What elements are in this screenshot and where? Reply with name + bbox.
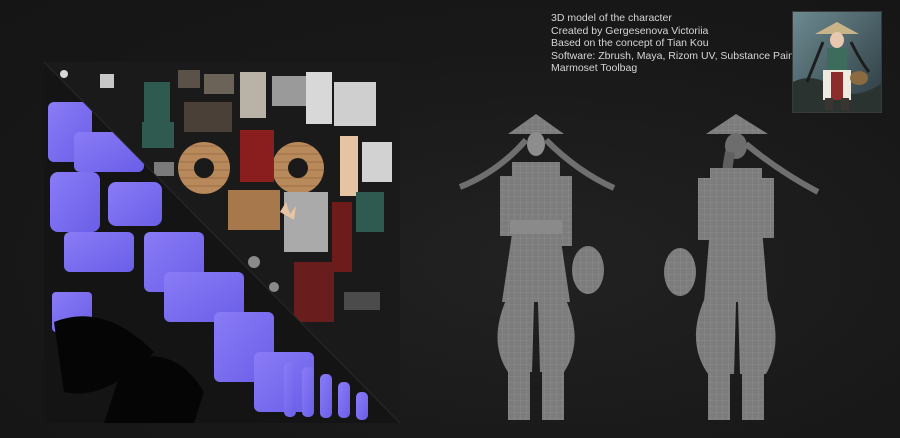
artwork-presentation: 3D model of the character Created by Ger…	[0, 0, 900, 438]
wireframe-front-view	[448, 112, 628, 428]
credits-line-title: 3D model of the character	[551, 12, 672, 24]
uv-texture-atlas	[44, 62, 400, 423]
credits-text: 3D model of the character Created by Ger…	[551, 12, 809, 75]
wireframe-back-view	[650, 112, 830, 428]
credits-line-author: Created by Gergesenova Victoriia	[551, 24, 709, 37]
credits-line-software-cont: Marmoset Toolbag	[551, 62, 638, 75]
concept-art-thumbnail	[792, 11, 882, 113]
credits-line-software: Software: Zbrush, Maya, Rizom UV, Substa…	[551, 49, 809, 62]
credits-line-concept: Based on the concept of Tian Kou	[551, 37, 709, 50]
